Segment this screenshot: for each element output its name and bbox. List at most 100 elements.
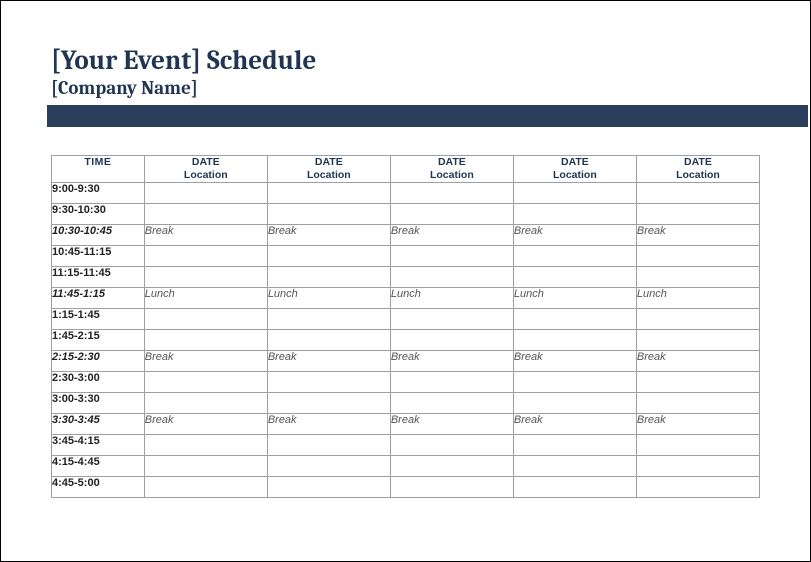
day-column-header: DATE Location (390, 155, 513, 182)
schedule-table: TIME DATE Location DATE Location DATE Lo… (51, 155, 760, 498)
time-cell: 4:45-5:00 (52, 476, 145, 497)
table-row: 1:15-1:45 (52, 308, 760, 329)
table-body: 9:00-9:309:30-10:3010:30-10:45BreakBreak… (52, 182, 760, 497)
slot-cell (513, 182, 636, 203)
slot-cell (390, 182, 513, 203)
slot-cell: Break (636, 413, 759, 434)
slot-cell (636, 182, 759, 203)
slot-cell (513, 455, 636, 476)
slot-cell (390, 203, 513, 224)
slot-cell: Lunch (390, 287, 513, 308)
table-row: 3:00-3:30 (52, 392, 760, 413)
slot-cell (144, 455, 267, 476)
time-cell: 3:00-3:30 (52, 392, 145, 413)
slot-cell (513, 266, 636, 287)
spacer (51, 127, 760, 155)
time-cell: 10:30-10:45 (52, 224, 145, 245)
slot-cell (267, 308, 390, 329)
slot-cell (144, 266, 267, 287)
slot-cell (267, 434, 390, 455)
time-cell: 9:00-9:30 (52, 182, 145, 203)
table-row: 1:45-2:15 (52, 329, 760, 350)
location-label: Location (637, 169, 759, 182)
header-row: TIME DATE Location DATE Location DATE Lo… (52, 155, 760, 182)
company-name: [Company Name] (51, 78, 760, 99)
slot-cell (144, 203, 267, 224)
slot-cell: Lunch (636, 287, 759, 308)
slot-cell (144, 329, 267, 350)
day-column-header: DATE Location (636, 155, 759, 182)
slot-cell (144, 182, 267, 203)
time-cell: 2:30-3:00 (52, 371, 145, 392)
slot-cell (636, 245, 759, 266)
slot-cell (390, 266, 513, 287)
slot-cell (267, 476, 390, 497)
slot-cell: Lunch (144, 287, 267, 308)
time-cell: 3:45-4:15 (52, 434, 145, 455)
table-row: 10:30-10:45BreakBreakBreakBreakBreak (52, 224, 760, 245)
slot-cell: Break (513, 224, 636, 245)
slot-cell: Break (513, 413, 636, 434)
table-row: 4:45-5:00 (52, 476, 760, 497)
slot-cell (636, 434, 759, 455)
slot-cell (144, 308, 267, 329)
slot-cell (267, 455, 390, 476)
slot-cell (144, 392, 267, 413)
slot-cell (636, 476, 759, 497)
table-row: 10:45-11:15 (52, 245, 760, 266)
time-cell: 11:45-1:15 (52, 287, 145, 308)
time-cell: 1:15-1:45 (52, 308, 145, 329)
slot-cell (144, 476, 267, 497)
table-row: 2:30-3:00 (52, 371, 760, 392)
location-label: Location (268, 169, 390, 182)
time-column-header: TIME (52, 155, 145, 182)
table-row: 11:15-11:45 (52, 266, 760, 287)
slot-cell: Break (144, 350, 267, 371)
slot-cell (267, 371, 390, 392)
table-row: 2:15-2:30BreakBreakBreakBreakBreak (52, 350, 760, 371)
slot-cell (513, 329, 636, 350)
slot-cell (267, 329, 390, 350)
slot-cell: Break (390, 224, 513, 245)
slot-cell (390, 308, 513, 329)
slot-cell: Break (144, 224, 267, 245)
slot-cell (267, 203, 390, 224)
slot-cell (513, 371, 636, 392)
event-title: [Your Event] Schedule (51, 46, 760, 76)
slot-cell (636, 266, 759, 287)
slot-cell (144, 371, 267, 392)
slot-cell: Break (513, 350, 636, 371)
slot-cell (144, 434, 267, 455)
time-cell: 1:45-2:15 (52, 329, 145, 350)
slot-cell: Break (267, 350, 390, 371)
day-column-header: DATE Location (267, 155, 390, 182)
slot-cell (636, 371, 759, 392)
date-label: DATE (561, 156, 589, 168)
slot-cell (144, 245, 267, 266)
slot-cell (636, 392, 759, 413)
slot-cell: Break (636, 224, 759, 245)
slot-cell (513, 434, 636, 455)
slot-cell (636, 308, 759, 329)
slot-cell (636, 203, 759, 224)
slot-cell (513, 476, 636, 497)
time-cell: 4:15-4:45 (52, 455, 145, 476)
location-label: Location (391, 169, 513, 182)
slot-cell (267, 266, 390, 287)
table-row: 3:30-3:45BreakBreakBreakBreakBreak (52, 413, 760, 434)
location-label: Location (145, 169, 267, 182)
slot-cell (267, 245, 390, 266)
table-row: 11:45-1:15LunchLunchLunchLunchLunch (52, 287, 760, 308)
slot-cell (267, 392, 390, 413)
date-label: DATE (438, 156, 466, 168)
slot-cell (390, 245, 513, 266)
slot-cell (390, 329, 513, 350)
slot-cell (390, 392, 513, 413)
slot-cell: Lunch (267, 287, 390, 308)
time-cell: 2:15-2:30 (52, 350, 145, 371)
slot-cell: Break (390, 350, 513, 371)
date-label: DATE (684, 156, 712, 168)
slot-cell (513, 245, 636, 266)
slot-cell (513, 308, 636, 329)
slot-cell (513, 203, 636, 224)
